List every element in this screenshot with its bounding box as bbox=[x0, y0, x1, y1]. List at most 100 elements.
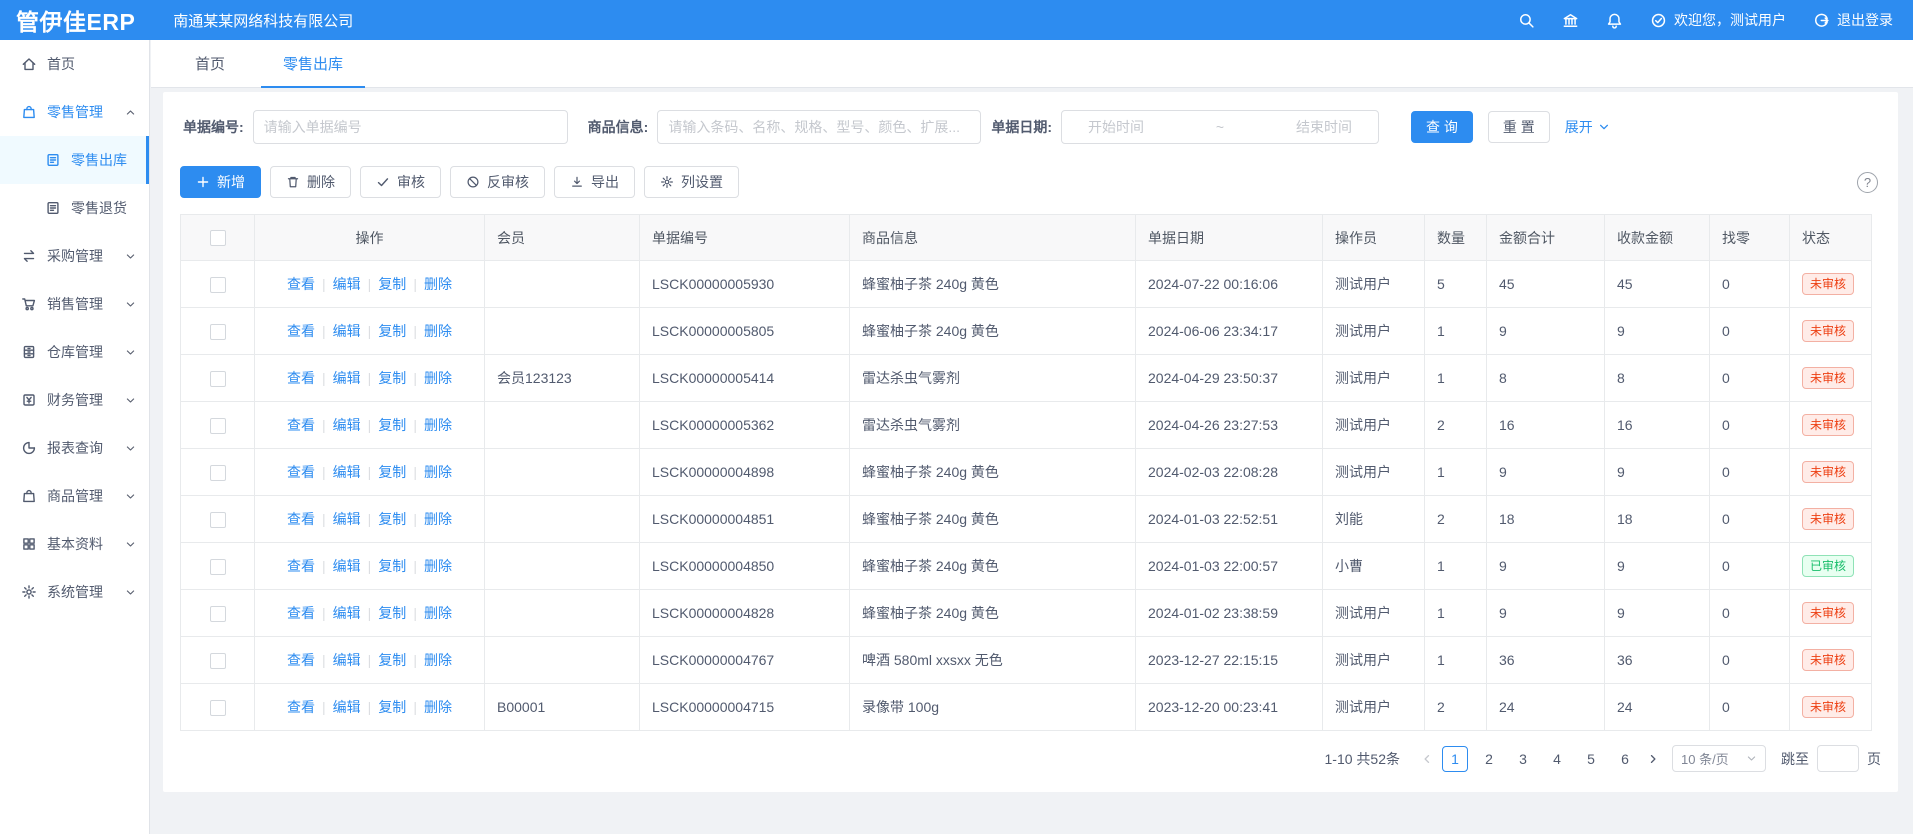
row-action-copy[interactable]: 复制 bbox=[378, 697, 406, 717]
export-button[interactable]: 导出 bbox=[554, 166, 635, 198]
row-action-copy[interactable]: 复制 bbox=[378, 556, 406, 576]
page-jump-input[interactable] bbox=[1817, 745, 1859, 772]
row-action-edit[interactable]: 编辑 bbox=[333, 321, 361, 341]
prev-page-button[interactable] bbox=[1416, 747, 1438, 771]
row-action-delete[interactable]: 删除 bbox=[424, 462, 452, 482]
row-action-copy[interactable]: 复制 bbox=[378, 274, 406, 294]
page-number-3[interactable]: 3 bbox=[1510, 746, 1536, 772]
sidebar-item-零售出库[interactable]: 零售出库 bbox=[0, 136, 149, 184]
row-action-view[interactable]: 查看 bbox=[287, 509, 315, 529]
search-icon[interactable] bbox=[1518, 12, 1535, 29]
row-action-view[interactable]: 查看 bbox=[287, 603, 315, 623]
row-action-edit[interactable]: 编辑 bbox=[333, 650, 361, 670]
sidebar-item-报表查询[interactable]: 报表查询 bbox=[0, 424, 149, 472]
row-action-edit[interactable]: 编辑 bbox=[333, 556, 361, 576]
row-action-delete[interactable]: 删除 bbox=[424, 556, 452, 576]
row-action-delete[interactable]: 删除 bbox=[424, 274, 452, 294]
column-settings-button[interactable]: 列设置 bbox=[644, 166, 739, 198]
row-action-edit[interactable]: 编辑 bbox=[333, 462, 361, 482]
page-number-4[interactable]: 4 bbox=[1544, 746, 1570, 772]
row-action-view[interactable]: 查看 bbox=[287, 556, 315, 576]
sidebar-item-零售管理[interactable]: 零售管理 bbox=[0, 88, 149, 136]
sidebar-item-采购管理[interactable]: 采购管理 bbox=[0, 232, 149, 280]
sidebar-item-零售退货[interactable]: 零售退货 bbox=[0, 184, 149, 232]
next-page-button[interactable] bbox=[1642, 747, 1664, 771]
row-action-view[interactable]: 查看 bbox=[287, 697, 315, 717]
row-checkbox[interactable] bbox=[210, 700, 226, 716]
status-badge: 未审核 bbox=[1802, 649, 1854, 671]
row-action-delete[interactable]: 删除 bbox=[424, 697, 452, 717]
bell-icon[interactable] bbox=[1606, 12, 1623, 29]
welcome-text: 欢迎您，测试用户 bbox=[1674, 10, 1786, 30]
row-action-copy[interactable]: 复制 bbox=[378, 415, 406, 435]
row-action-delete[interactable]: 删除 bbox=[424, 321, 452, 341]
row-action-edit[interactable]: 编辑 bbox=[333, 368, 361, 388]
row-action-delete[interactable]: 删除 bbox=[424, 509, 452, 529]
unaudit-button[interactable]: 反审核 bbox=[450, 166, 545, 198]
page-size-select[interactable]: 10 条/页 bbox=[1672, 745, 1766, 772]
page-number-5[interactable]: 5 bbox=[1578, 746, 1604, 772]
row-action-delete[interactable]: 删除 bbox=[424, 650, 452, 670]
sidebar-item-销售管理[interactable]: 销售管理 bbox=[0, 280, 149, 328]
expand-link[interactable]: 展开 bbox=[1565, 117, 1610, 137]
sidebar-item-仓库管理[interactable]: 仓库管理 bbox=[0, 328, 149, 376]
row-checkbox[interactable] bbox=[210, 371, 226, 387]
row-checkbox[interactable] bbox=[210, 512, 226, 528]
row-action-copy[interactable]: 复制 bbox=[378, 321, 406, 341]
chevron-up-icon bbox=[125, 107, 136, 118]
row-action-view[interactable]: 查看 bbox=[287, 274, 315, 294]
delete-button[interactable]: 删除 bbox=[270, 166, 351, 198]
row-action-view[interactable]: 查看 bbox=[287, 462, 315, 482]
row-action-edit[interactable]: 编辑 bbox=[333, 415, 361, 435]
tab-首页[interactable]: 首页 bbox=[173, 40, 247, 87]
row-action-copy[interactable]: 复制 bbox=[378, 650, 406, 670]
row-checkbox[interactable] bbox=[210, 465, 226, 481]
order-no-input[interactable] bbox=[253, 110, 568, 144]
welcome-user[interactable]: 欢迎您，测试用户 bbox=[1650, 10, 1786, 30]
sidebar-item-商品管理[interactable]: 商品管理 bbox=[0, 472, 149, 520]
row-action-copy[interactable]: 复制 bbox=[378, 462, 406, 482]
row-action-view[interactable]: 查看 bbox=[287, 415, 315, 435]
sidebar-item-首页[interactable]: 首页 bbox=[0, 40, 149, 88]
row-action-edit[interactable]: 编辑 bbox=[333, 509, 361, 529]
row-checkbox[interactable] bbox=[210, 277, 226, 293]
row-action-copy[interactable]: 复制 bbox=[378, 509, 406, 529]
row-checkbox[interactable] bbox=[210, 559, 226, 575]
add-button[interactable]: 新增 bbox=[180, 166, 261, 198]
product-info-input[interactable] bbox=[657, 110, 981, 144]
reset-button[interactable]: 重 置 bbox=[1488, 111, 1550, 143]
select-all-checkbox[interactable] bbox=[210, 230, 226, 246]
sidebar-item-财务管理[interactable]: 财务管理 bbox=[0, 376, 149, 424]
row-action-delete[interactable]: 删除 bbox=[424, 368, 452, 388]
row-action-delete[interactable]: 删除 bbox=[424, 415, 452, 435]
row-action-view[interactable]: 查看 bbox=[287, 650, 315, 670]
row-action-edit[interactable]: 编辑 bbox=[333, 697, 361, 717]
date-range-input[interactable]: 开始时间 ~ 结束时间 bbox=[1061, 110, 1379, 144]
page-number-2[interactable]: 2 bbox=[1476, 746, 1502, 772]
audit-button[interactable]: 审核 bbox=[360, 166, 441, 198]
help-icon[interactable]: ? bbox=[1857, 172, 1878, 193]
query-button[interactable]: 查 询 bbox=[1411, 111, 1473, 143]
row-action-copy[interactable]: 复制 bbox=[378, 603, 406, 623]
row-action-edit[interactable]: 编辑 bbox=[333, 603, 361, 623]
row-action-copy[interactable]: 复制 bbox=[378, 368, 406, 388]
row-checkbox[interactable] bbox=[210, 606, 226, 622]
row-action-edit[interactable]: 编辑 bbox=[333, 274, 361, 294]
status-badge: 未审核 bbox=[1802, 602, 1854, 624]
sidebar-item-系统管理[interactable]: 系统管理 bbox=[0, 568, 149, 616]
row-checkbox[interactable] bbox=[210, 418, 226, 434]
row-action-view[interactable]: 查看 bbox=[287, 368, 315, 388]
bank-icon[interactable] bbox=[1562, 12, 1579, 29]
page-number-1[interactable]: 1 bbox=[1442, 746, 1468, 772]
row-checkbox[interactable] bbox=[210, 653, 226, 669]
grid-icon bbox=[21, 536, 37, 552]
logout-button[interactable]: 退出登录 bbox=[1813, 10, 1893, 30]
date-cell: 2024-01-02 23:38:59 bbox=[1136, 590, 1323, 637]
row-checkbox[interactable] bbox=[210, 324, 226, 340]
page-number-6[interactable]: 6 bbox=[1612, 746, 1638, 772]
tab-零售出库[interactable]: 零售出库 bbox=[261, 40, 365, 87]
row-action-view[interactable]: 查看 bbox=[287, 321, 315, 341]
sidebar-item-基本资料[interactable]: 基本资料 bbox=[0, 520, 149, 568]
row-action-delete[interactable]: 删除 bbox=[424, 603, 452, 623]
column-header-单据编号: 单据编号 bbox=[640, 215, 850, 261]
